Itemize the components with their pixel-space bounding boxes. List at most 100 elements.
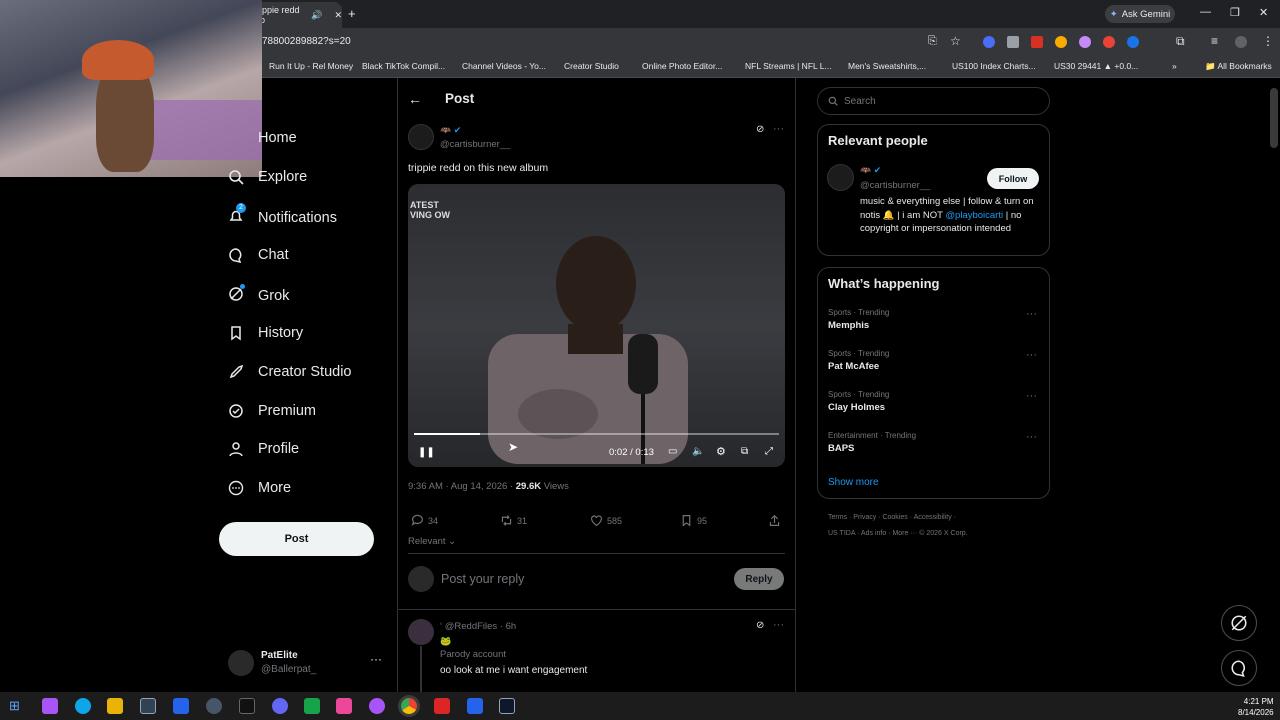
nav-history[interactable]: History [228,325,303,341]
taskbar-app-icon[interactable] [467,698,483,714]
more-dots-icon[interactable]: ··· [1026,349,1037,361]
kebab-icon[interactable]: ⋮ [1262,34,1274,48]
extension-icon[interactable] [1127,36,1139,48]
bookmark-button[interactable]: 95 [680,514,707,527]
menu-lines-icon[interactable]: ≡ [1211,34,1218,48]
taskbar-app-icon[interactable] [304,698,320,714]
restore-icon[interactable]: ❐ [1230,6,1240,19]
share-button[interactable] [768,514,781,527]
search-input[interactable]: Search [817,87,1050,115]
nav-profile[interactable]: Profile [228,441,299,457]
back-arrow-icon[interactable]: ← [408,91,422,107]
new-tab-icon[interactable]: + [348,6,356,21]
follow-button[interactable]: Follow [987,168,1039,189]
extension-icon[interactable] [1055,36,1067,48]
bookmark-item[interactable]: US100 Index Charts... [952,61,1036,71]
trend-item[interactable]: Sports · Trending Clay Holmes [828,390,889,413]
post-button[interactable]: Post [219,522,374,556]
ask-gemini-button[interactable]: ✦ Ask Gemini [1105,5,1175,23]
nav-home[interactable]: Home [228,130,297,146]
post-handle[interactable]: @cartisburner__ [440,139,510,150]
store-icon[interactable] [140,698,156,714]
puzzle-icon[interactable]: ⧉ [1176,34,1185,49]
all-bookmarks[interactable]: 📁 All Bookmarks [1205,61,1272,72]
system-clock[interactable]: 4:21 PM 8/14/2026 [1238,696,1274,718]
taskbar-app-icon[interactable] [369,698,385,714]
nav-grok[interactable]: Grok [228,284,289,306]
trend-item[interactable]: Sports · Trending Pat McAfee [828,349,889,372]
nav-chat[interactable]: Chat [228,247,289,263]
mention-link[interactable]: @playboicarti [945,210,1003,221]
account-switcher[interactable]: PatElite @Ballerpat_ ··· [228,648,388,682]
more-dots-icon[interactable]: ··· [1026,390,1037,402]
avatar[interactable] [408,124,434,150]
trend-item[interactable]: Sports · Trending Memphis [828,308,889,331]
reply-handle[interactable]: ʻ @ReddFiles · 6h [440,621,516,632]
pause-icon[interactable]: ❚❚ [418,447,435,458]
url-text[interactable]: 78800289882?s=20 [262,36,351,47]
video-progress-bar[interactable] [414,433,779,435]
more-dots-icon[interactable]: ··· [773,123,784,135]
chrome-icon[interactable] [401,698,417,714]
bookmark-item[interactable]: NFL Streams | NFL L... [745,61,832,71]
epic-icon[interactable] [239,698,255,714]
reply-submit-button[interactable]: Reply [734,568,784,590]
show-more-link[interactable]: Show more [828,477,879,488]
star-icon[interactable]: ☆ [950,34,961,48]
chevron-right-icon[interactable]: » [1172,61,1177,71]
volume-icon[interactable]: 🔈 [692,446,704,457]
extension-icon[interactable] [983,36,995,48]
reply-button[interactable]: 34 [411,514,438,527]
bookmark-item[interactable]: US30 29441 ▲ +0.0... [1054,61,1138,71]
nav-creator-studio[interactable]: Creator Studio [228,364,352,380]
extension-icon[interactable] [1007,36,1019,48]
pip-icon[interactable]: ⧉ [741,446,748,457]
bookmark-item[interactable]: Online Photo Editor... [642,61,722,71]
bookmark-item[interactable]: Men's Sweatshirts,... [848,61,926,71]
avatar[interactable] [1235,36,1247,48]
avatar[interactable] [408,619,434,645]
edge-icon[interactable] [75,698,91,714]
nav-notifications[interactable]: 2 Notifications [228,203,337,228]
taskbar-app-icon[interactable] [499,698,515,714]
footer-links[interactable]: US TIDA · Ads info · More ··· © 2026 X C… [828,530,968,537]
browser-tab[interactable]: ippie redd o 🔊 ✕ [250,2,342,28]
footer-links[interactable]: Terms · Privacy · Cookies · Accessibilit… [828,514,956,521]
close-tab-icon[interactable]: ✕ [334,10,342,21]
extension-icon[interactable] [1031,36,1043,48]
nav-more[interactable]: More [228,480,291,496]
minimize-icon[interactable]: — [1200,6,1211,18]
extension-icon[interactable] [1079,36,1091,48]
extension-icon[interactable] [1103,36,1115,48]
fullscreen-icon[interactable]: ⤢ [765,446,773,457]
more-dots-icon[interactable]: ··· [370,652,382,666]
reply-input[interactable]: Post your reply [441,572,524,586]
bookmark-item[interactable]: Run It Up - Rel Money [269,61,353,71]
bookmark-item[interactable]: Black TikTok Compil... [362,61,445,71]
grok-icon[interactable]: ⊘ [756,124,764,135]
display-name[interactable]: 🦇 ✔ [440,125,461,136]
bookmark-item[interactable]: Channel Videos - Yo... [462,61,546,71]
nav-explore[interactable]: Explore [228,169,307,185]
windows-start-icon[interactable]: ⊞ [9,698,25,714]
person-handle[interactable]: @cartisburner__ [860,180,930,191]
install-icon[interactable]: ⎘ [928,35,937,48]
more-dots-icon[interactable]: ··· [1026,431,1037,443]
trend-item[interactable]: Entertainment · Trending BAPS [828,431,916,454]
taskbar-app-icon[interactable] [434,698,450,714]
taskbar-app-icon[interactable] [206,698,222,714]
messages-fab[interactable] [1221,650,1257,686]
more-dots-icon[interactable]: ··· [1026,308,1037,320]
more-dots-icon[interactable]: ··· [773,619,784,631]
grok-icon[interactable]: ⊘ [756,620,764,631]
discord-icon[interactable] [272,698,288,714]
nav-premium[interactable]: Premium [228,403,316,419]
video-player[interactable]: ATEST VING OW ❚❚ 0:02 / 0:13 ▭ 🔈 ⚙ ⧉ ⤢ [408,184,785,467]
folder-icon[interactable] [107,698,123,714]
sort-dropdown[interactable]: Relevant ⌄ [408,536,456,547]
tiktok-icon[interactable] [336,698,352,714]
settings-icon[interactable]: ⚙ [716,445,726,458]
speaker-icon[interactable]: 🔊 [311,10,322,21]
mail-icon[interactable] [173,698,189,714]
close-window-icon[interactable]: ✕ [1259,6,1268,19]
